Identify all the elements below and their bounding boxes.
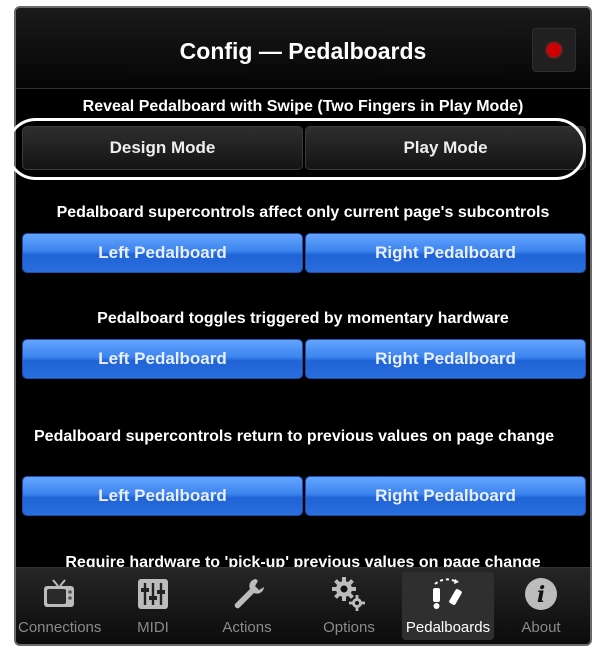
tab-label: About	[521, 619, 561, 636]
wrench-icon	[206, 576, 288, 612]
sliders-icon	[112, 576, 194, 612]
svg-text:i: i	[537, 582, 545, 608]
app-window: Config — Pedalboards Reveal Pedalboard w…	[14, 6, 592, 646]
tv-icon	[18, 576, 100, 612]
record-button[interactable]	[532, 28, 576, 72]
toggles-left-pedalboard-button[interactable]: Left Pedalboard	[22, 339, 303, 379]
info-icon: i	[500, 576, 582, 612]
toggles-right-pedalboard-button[interactable]: Right Pedalboard	[305, 339, 586, 379]
tab-label: Connections	[18, 619, 102, 636]
tab-label: Pedalboards	[405, 619, 491, 636]
tab-label: Options	[323, 619, 375, 636]
tab-actions[interactable]: Actions	[206, 572, 288, 640]
supercontrols-label: Pedalboard supercontrols affect only cur…	[56, 204, 550, 221]
play-mode-button[interactable]: Play Mode	[305, 126, 586, 170]
gears-icon	[308, 576, 390, 612]
page-title: Config — Pedalboards	[179, 38, 427, 64]
tab-bar: Connections MIDI Actions Options Pedalbo…	[16, 567, 590, 644]
return-right-pedalboard-button[interactable]: Right Pedalboard	[305, 476, 586, 516]
tab-label: MIDI	[137, 619, 169, 636]
record-dot-icon	[547, 43, 561, 57]
toggles-label: Pedalboard toggles triggered by momentar…	[97, 310, 509, 327]
return-label: Pedalboard supercontrols return to previ…	[34, 428, 555, 445]
pedalboard-icon	[402, 576, 494, 612]
design-mode-button[interactable]: Design Mode	[22, 126, 303, 170]
supercontrols-left-pedalboard-button[interactable]: Left Pedalboard	[22, 233, 303, 273]
supercontrols-right-pedalboard-button[interactable]: Right Pedalboard	[305, 233, 586, 273]
tab-pedalboards[interactable]: Pedalboards	[402, 572, 494, 640]
tab-options[interactable]: Options	[308, 572, 390, 640]
tab-about[interactable]: i About	[500, 572, 582, 640]
tab-label: Actions	[222, 619, 272, 636]
return-left-pedalboard-button[interactable]: Left Pedalboard	[22, 476, 303, 516]
title-bar: Config — Pedalboards	[16, 8, 590, 89]
tab-midi[interactable]: MIDI	[112, 572, 194, 640]
reveal-label: Reveal Pedalboard with Swipe (Two Finger…	[82, 98, 524, 115]
tab-connections[interactable]: Connections	[18, 572, 102, 640]
